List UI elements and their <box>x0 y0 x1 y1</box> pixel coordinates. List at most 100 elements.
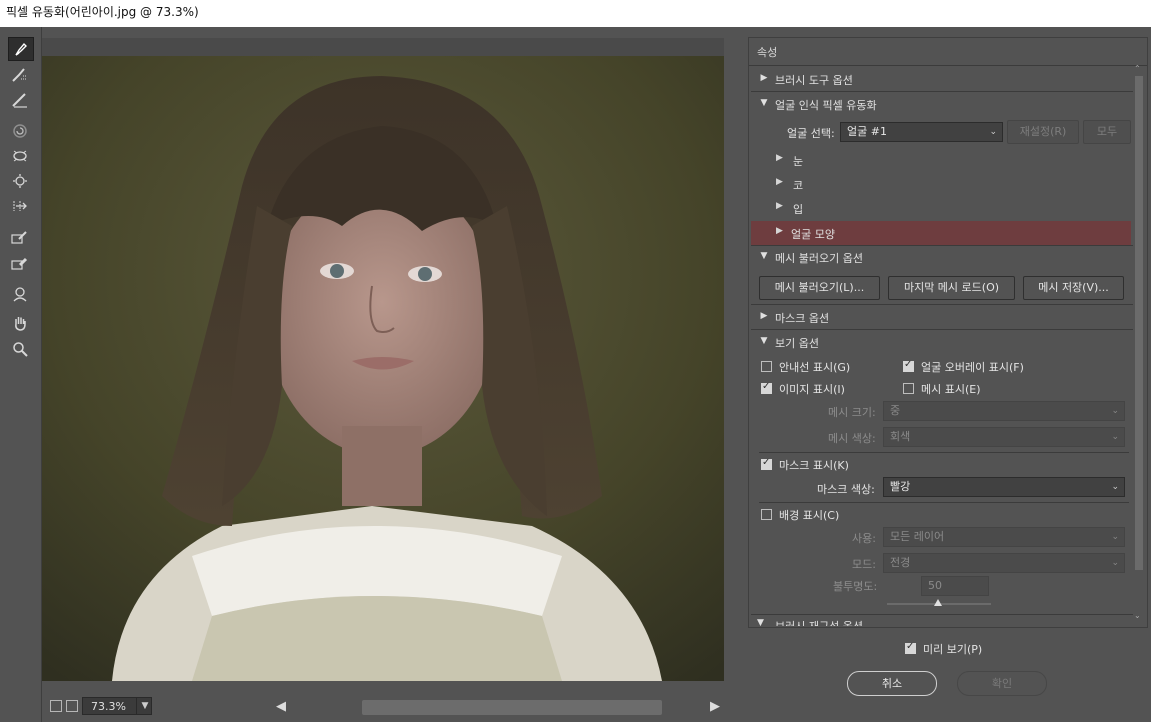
reset-button[interactable]: 재설정(R) <box>1007 120 1079 144</box>
expand-arrow-icon: ▶ <box>776 177 783 187</box>
opacity-field[interactable]: 50 <box>921 576 989 596</box>
mask-color-dropdown[interactable]: 빨강 ⌄ <box>883 477 1125 497</box>
mesh-size-dropdown[interactable]: 중 ⌄ <box>883 401 1125 421</box>
use-dropdown[interactable]: 모든 레이어 ⌄ <box>883 527 1125 547</box>
zoom-dropdown-chevron-icon[interactable]: ▼ <box>136 697 153 715</box>
divider <box>751 329 1133 330</box>
horizontal-scrollbar[interactable] <box>300 700 700 715</box>
collapse-arrow-icon: ▼ <box>757 618 764 626</box>
push-left-tool-icon[interactable] <box>8 195 32 217</box>
scroll-up-icon[interactable]: ⌃ <box>1134 64 1141 73</box>
expand-arrow-icon: ▶ <box>760 311 768 321</box>
show-mask-checkbox[interactable] <box>761 457 772 470</box>
collapse-arrow-icon: ▼ <box>760 251 768 261</box>
bloat-tool-icon[interactable] <box>8 170 32 192</box>
divider <box>759 502 1129 503</box>
scroll-down-icon[interactable]: ⌄ <box>1134 611 1141 620</box>
cancel-button[interactable]: 취소 <box>847 671 937 696</box>
subsection-eyes[interactable]: ▶ 눈 <box>749 148 1133 172</box>
section-label: 브러시 도구 옵션 <box>775 74 853 87</box>
divider <box>751 304 1133 305</box>
status-bar: 73.3% ▼ ◀ ▶ <box>42 696 724 718</box>
vertical-scrollbar[interactable]: ⌃ ⌄ <box>1133 64 1144 622</box>
mesh-color-value: 회색 <box>890 430 911 443</box>
mode-label: 모드: <box>852 558 876 571</box>
expand-arrow-icon: ▶ <box>760 73 768 83</box>
mask-color-label: 마스크 색상: <box>817 483 875 496</box>
select-face-value: 얼굴 #1 <box>847 125 887 138</box>
reconstruct-tool-icon[interactable] <box>8 64 32 86</box>
twirl-clockwise-tool-icon[interactable] <box>8 120 32 142</box>
show-guides-checkbox[interactable] <box>761 361 772 372</box>
chevron-down-icon: ⌄ <box>1111 558 1119 568</box>
section-label: 브러시 재구성 옵션 <box>775 618 863 626</box>
panel-title: 속성 <box>757 46 778 59</box>
preview-checkbox[interactable] <box>905 641 916 654</box>
subsection-label: 입 <box>793 203 804 216</box>
info-icon[interactable] <box>66 700 78 712</box>
subsection-mouth[interactable]: ▶ 입 <box>749 196 1133 220</box>
collapse-arrow-icon: ▼ <box>760 336 768 346</box>
show-mesh-label: 메시 표시(E) <box>921 383 981 396</box>
thaw-mask-tool-icon[interactable] <box>8 252 32 274</box>
tool-bar <box>0 27 42 722</box>
freeze-mask-tool-icon[interactable] <box>8 226 32 248</box>
load-mesh-button[interactable]: 메시 불러오기(L)... <box>759 276 880 300</box>
show-backdrop-label: 배경 표시(C) <box>779 509 840 522</box>
expand-arrow-icon: ▶ <box>776 201 783 211</box>
section-face-aware-liquify[interactable]: ▼ 얼굴 인식 픽셀 유동화 <box>749 93 1133 117</box>
divider <box>751 614 1133 615</box>
chevron-down-icon: ⌄ <box>989 127 997 137</box>
load-last-mesh-button[interactable]: 마지막 메시 로드(O) <box>888 276 1015 300</box>
mesh-size-label: 메시 크기: <box>828 406 876 419</box>
chevron-down-icon: ⌄ <box>1111 532 1119 542</box>
zoom-level-value: 73.3% <box>91 700 126 713</box>
section-view-options[interactable]: ▼ 보기 옵션 <box>749 331 1133 355</box>
subsection-label: 코 <box>793 179 804 192</box>
smooth-tool-icon[interactable] <box>8 89 32 111</box>
divider <box>751 91 1133 92</box>
pucker-tool-icon[interactable] <box>8 145 32 167</box>
fit-screen-icon[interactable] <box>50 700 62 712</box>
divider <box>749 65 1147 66</box>
opacity-label: 불투명도: <box>833 580 878 593</box>
section-brush-tool-options[interactable]: ▶ 브러시 도구 옵션 <box>749 68 1133 92</box>
expand-arrow-icon: ▶ <box>776 153 783 163</box>
section-load-mesh-options[interactable]: ▼ 메시 불러오기 옵션 <box>749 246 1133 270</box>
hand-tool-icon[interactable] <box>8 312 32 334</box>
show-image-label: 이미지 표시(I) <box>779 383 845 396</box>
forward-warp-tool-icon[interactable] <box>8 37 34 61</box>
select-face-dropdown[interactable]: 얼굴 #1 ⌄ <box>840 122 1003 142</box>
mode-value: 전경 <box>890 556 911 569</box>
zoom-tool-icon[interactable] <box>8 338 32 360</box>
all-button[interactable]: 모두 <box>1083 120 1131 144</box>
show-image-checkbox[interactable] <box>761 381 772 394</box>
chevron-down-icon: ⌄ <box>1111 406 1119 416</box>
show-guides-label: 안내선 표시(G) <box>779 361 851 374</box>
opacity-slider-handle[interactable] <box>934 599 942 606</box>
scroll-right-icon[interactable]: ▶ <box>710 699 720 714</box>
mask-color-value: 빨강 <box>890 480 911 493</box>
show-face-overlay-checkbox[interactable] <box>903 359 914 372</box>
save-mesh-button[interactable]: 메시 저장(V)... <box>1023 276 1124 300</box>
show-backdrop-checkbox[interactable] <box>761 509 772 520</box>
subsection-nose[interactable]: ▶ 코 <box>749 172 1133 196</box>
horizontal-scroll-thumb[interactable] <box>362 700 662 715</box>
preview-image[interactable] <box>42 56 724 681</box>
ok-button[interactable]: 확인 <box>957 671 1047 696</box>
scroll-left-icon[interactable]: ◀ <box>276 699 286 714</box>
divider <box>759 452 1129 453</box>
section-mask-options[interactable]: ▶ 마스크 옵션 <box>749 306 1133 330</box>
chevron-down-icon: ⌄ <box>1111 482 1119 492</box>
mesh-color-label: 메시 색상: <box>828 432 876 445</box>
subsection-face-shape[interactable]: ▶ 얼굴 모양 <box>751 221 1131 245</box>
vertical-scroll-thumb[interactable] <box>1135 76 1143 570</box>
section-brush-reconstruct-options[interactable]: ▼ 브러시 재구성 옵션 <box>749 616 1133 626</box>
mesh-color-dropdown[interactable]: 회색 ⌄ <box>883 427 1125 447</box>
mode-dropdown[interactable]: 전경 ⌄ <box>883 553 1125 573</box>
face-tool-icon[interactable] <box>8 283 32 305</box>
use-label: 사용: <box>852 532 876 545</box>
show-mesh-checkbox[interactable] <box>903 383 914 394</box>
show-mask-label: 마스크 표시(K) <box>779 459 849 472</box>
mesh-size-value: 중 <box>890 404 901 417</box>
